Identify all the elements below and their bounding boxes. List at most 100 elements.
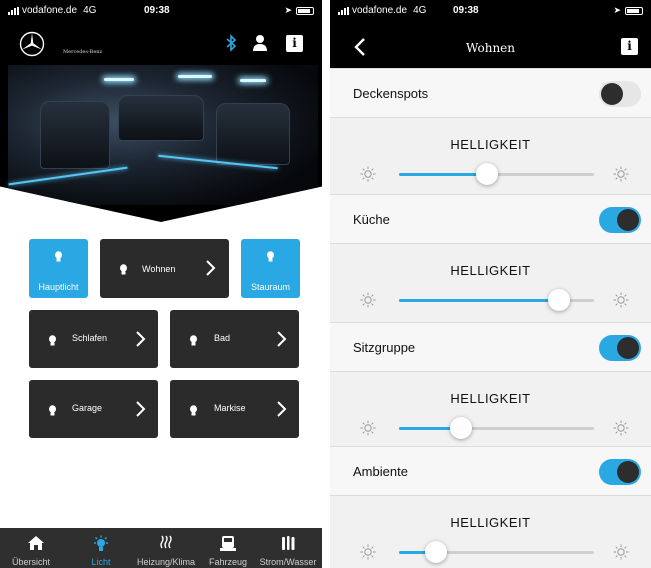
status-bar: vodafone.de 4G 09:38 ➤: [0, 0, 322, 22]
tile-label: Hauptlicht: [38, 282, 79, 292]
bluetooth-icon[interactable]: [221, 33, 241, 53]
tile-stauraum[interactable]: Stauraum: [241, 239, 300, 298]
home-icon: [28, 536, 44, 550]
brightness-low-icon: [360, 544, 376, 560]
tab-label: Übersicht: [11, 557, 50, 567]
tab-strom-wasser[interactable]: Strom/Wasser: [254, 528, 322, 568]
tile-bad[interactable]: Bad: [170, 310, 299, 368]
wohnen-detail-screen: vodafone.de 4G 09:38 ➤ Wohnen i Deckensp…: [330, 0, 651, 568]
bulb-icon: [267, 251, 274, 262]
brightness-low-icon: [360, 166, 376, 182]
bulb-icon: [190, 405, 197, 416]
person-icon[interactable]: [250, 33, 270, 53]
toggle-knob: [617, 461, 639, 483]
tile-label: Wohnen: [142, 264, 176, 274]
tile-hauptlicht[interactable]: Hauptlicht: [29, 239, 88, 298]
light-name: Küche: [353, 212, 390, 227]
tab-heizung-klima[interactable]: Heizung/Klima: [130, 528, 202, 568]
heat-icon: [160, 535, 172, 549]
light-toggle[interactable]: [599, 459, 641, 485]
brightness-low-icon: [360, 292, 376, 308]
brightness-control: HELLIGKEIT: [330, 374, 651, 450]
page-title: Wohnen: [465, 41, 516, 55]
toggle-knob: [617, 337, 639, 359]
light-toggle[interactable]: [599, 81, 641, 107]
brightness-control: HELLIGKEIT: [330, 120, 651, 196]
tile-schlafen[interactable]: Schlafen: [29, 310, 158, 368]
light-row: Ambiente: [330, 446, 651, 496]
brightness-high-icon: [613, 292, 629, 308]
bulb-icon: [190, 335, 197, 346]
toggle-knob: [601, 83, 623, 105]
brightness-label: HELLIGKEIT: [450, 263, 531, 278]
power-water-icon: [282, 536, 295, 550]
light-row: Sitzgruppe: [330, 322, 651, 372]
status-time: 09:38: [144, 5, 170, 16]
brand-wordmark: Mercedes-Benz: [63, 49, 103, 55]
tile-markise[interactable]: Markise: [170, 380, 299, 438]
slider-fill: [399, 299, 559, 302]
brightness-label: HELLIGKEIT: [450, 391, 531, 406]
nav-header: vodafone.de 4G 09:38 ➤ Wohnen i: [330, 0, 651, 68]
tile-garage[interactable]: Garage: [29, 380, 158, 438]
light-row: Deckenspots: [330, 68, 651, 118]
light-row: Küche: [330, 194, 651, 244]
vehicle-icon: [220, 536, 236, 551]
brightness-control: HELLIGKEIT: [330, 246, 651, 322]
brightness-slider[interactable]: [399, 163, 594, 185]
light-name: Ambiente: [353, 464, 408, 479]
vehicle-interior-image: [8, 65, 318, 205]
bulb-icon: [120, 264, 127, 275]
brightness-high-icon: [613, 420, 629, 436]
light-toggle[interactable]: [599, 207, 641, 233]
network-type: 4G: [83, 5, 97, 16]
toggle-knob: [617, 209, 639, 231]
location-icon: ➤: [613, 5, 621, 15]
light-name: Deckenspots: [353, 86, 429, 101]
tab-fahrzeug[interactable]: Fahrzeug: [202, 528, 254, 568]
chevron-right-icon: [206, 260, 216, 276]
brightness-label: HELLIGKEIT: [450, 137, 531, 152]
tab-licht[interactable]: Licht: [72, 528, 130, 568]
brightness-low-icon: [360, 420, 376, 436]
tab-label: Fahrzeug: [208, 557, 248, 567]
brightness-slider[interactable]: [399, 417, 594, 439]
light-name: Sitzgruppe: [353, 340, 416, 355]
info-icon[interactable]: i: [286, 35, 303, 52]
status-time: 09:38: [453, 5, 479, 16]
battery-icon: [296, 6, 314, 15]
tab-label: Strom/Wasser: [259, 557, 317, 567]
chevron-right-icon: [277, 401, 287, 417]
carrier-name: vodafone.de: [22, 5, 78, 16]
bottom-tab-bar: Übersicht Licht Heizung/Klima Fahrzeug S…: [0, 528, 322, 568]
brightness-slider[interactable]: [399, 541, 594, 563]
chevron-right-icon: [277, 331, 287, 347]
mercedes-star-logo: [19, 31, 45, 57]
chevron-right-icon: [136, 401, 146, 417]
tile-label: Markise: [214, 403, 246, 413]
tab-label: Heizung/Klima: [136, 557, 196, 567]
brightness-slider[interactable]: [399, 289, 594, 311]
tile-wohnen[interactable]: Wohnen: [100, 239, 229, 298]
signal-icon: [8, 6, 19, 15]
brightness-label: HELLIGKEIT: [450, 515, 531, 530]
slider-thumb[interactable]: [450, 417, 473, 439]
bulb-icon: [55, 251, 62, 262]
tile-label: Bad: [214, 333, 231, 343]
info-icon[interactable]: i: [621, 38, 638, 55]
bulb-icon: [49, 405, 56, 416]
slider-thumb[interactable]: [425, 541, 448, 563]
slider-thumb[interactable]: [547, 289, 570, 311]
header-hero: [0, 0, 322, 222]
brightness-high-icon: [613, 166, 629, 182]
tile-label: Garage: [72, 403, 103, 413]
slider-thumb[interactable]: [475, 163, 498, 185]
light-toggle[interactable]: [599, 335, 641, 361]
status-bar: vodafone.de 4G 09:38 ➤: [330, 0, 651, 22]
brightness-high-icon: [613, 544, 629, 560]
chevron-right-icon: [136, 331, 146, 347]
tab-uebersicht[interactable]: Übersicht: [0, 528, 72, 568]
slider-fill: [399, 173, 487, 176]
tab-label: Licht: [91, 557, 111, 567]
tile-label: Stauraum: [250, 282, 291, 292]
